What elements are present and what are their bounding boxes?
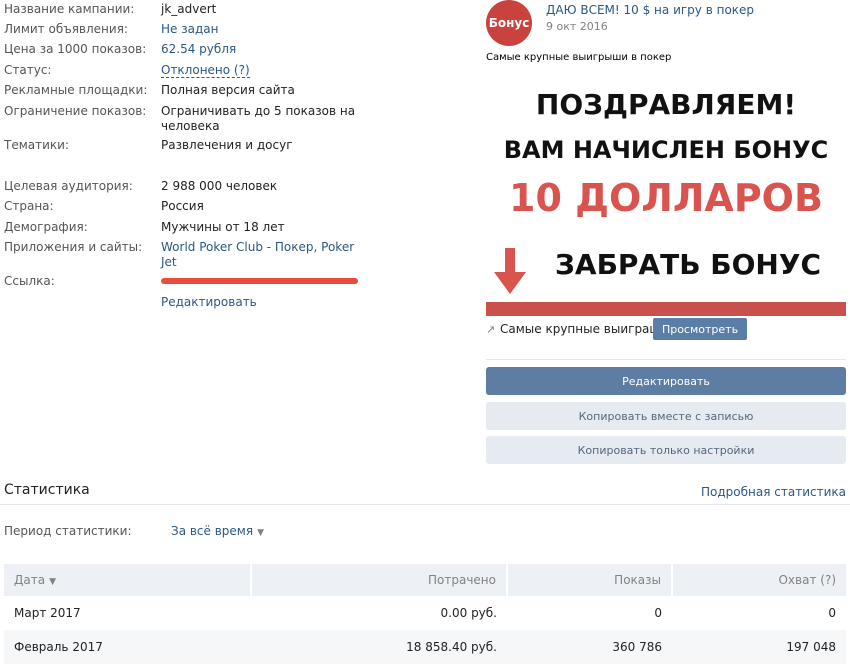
sort-icon: ▼ (49, 577, 56, 587)
banner-bottom-bar (486, 302, 846, 316)
info-value: Развлечения и досуг (161, 138, 293, 152)
period-value: За всё время (171, 524, 254, 538)
detailed-stats-link[interactable]: Подробная статистика (701, 485, 846, 499)
info-value: jk_advert (161, 2, 217, 16)
info-label: Целевая аудитория: (4, 179, 133, 193)
info-label: Лимит объявления: (4, 22, 128, 36)
chevron-down-icon: ▼ (257, 528, 264, 538)
post-footer: ↗ Самые крупные выиграши Просмотреть (486, 318, 846, 342)
banner-image[interactable]: ПОЗДРАВЛЯЕМ! ВАМ НАЧИСЛЕН БОНУС 10 ДОЛЛА… (486, 76, 846, 316)
edit-button[interactable]: Редактировать (486, 367, 846, 395)
banner-line-2: ВАМ НАЧИСЛЕН БОНУС (503, 136, 829, 164)
stats-title: Статистика (4, 482, 90, 498)
info-label: Ссылка: (4, 274, 55, 288)
info-label: Страна: (4, 199, 54, 213)
table-header-row: Дата ▼ Потрачено Показы Охват (?) (4, 564, 846, 596)
cell-date: Февраль 2017 (4, 630, 251, 664)
cell-reach: 0 (828, 606, 836, 620)
cell-spent: 18 858.40 руб. (251, 630, 507, 664)
info-value: Россия (161, 199, 204, 213)
redacted-link (161, 278, 358, 284)
period-label: Период статистики: (4, 524, 132, 538)
banner-line-4: ЗАБРАТЬ БОНУС (555, 248, 821, 281)
divider (0, 504, 850, 505)
post-footer-text: Самые крупные выиграши (500, 322, 669, 336)
status-link[interactable]: Отклонено (?) (161, 63, 250, 78)
info-label: Название кампании: (4, 2, 135, 16)
cell-impressions: 0 (654, 606, 662, 620)
banner-line-3: 10 ДОЛЛАРОВ (509, 176, 823, 220)
column-header-reach[interactable]: Охват (?) (672, 564, 846, 596)
copy-with-post-button[interactable]: Копировать вместе с записью (486, 402, 846, 430)
post-date: 9 окт 2016 (546, 20, 608, 33)
info-value: Ограничивать до 5 показов на человека (161, 104, 356, 133)
column-header-spent[interactable]: Потрачено (251, 564, 508, 596)
table-row: Март 2017 0.00 руб. 0 0 (4, 596, 846, 630)
info-value: Мужчины от 18 лет (161, 220, 285, 234)
cell-date: Март 2017 (14, 606, 81, 620)
table-row: Февраль 2017 18 858.40 руб. 360 786 197 … (4, 630, 846, 664)
info-label: Демография: (4, 220, 88, 234)
info-label: Ограничение показов: (4, 104, 147, 118)
info-label: Приложения и сайты: (4, 240, 143, 254)
post-text: Самые крупные выигрыши в покер (486, 52, 672, 63)
column-header-date[interactable]: Дата ▼ (4, 564, 252, 596)
avatar[interactable]: Бонус (486, 0, 532, 46)
stats-table: Дата ▼ Потрачено Показы Охват (?) Март 20… (4, 564, 846, 664)
post-title-link[interactable]: ДАЮ ВСЕМ! 10 $ на игру в покер (546, 3, 754, 17)
view-button[interactable]: Просмотреть (653, 318, 747, 340)
info-value: Полная версия сайта (161, 83, 295, 97)
info-value: 2 988 000 человек (161, 179, 278, 193)
edit-link[interactable]: Редактировать (161, 295, 361, 310)
link-icon: ↗ (486, 323, 496, 336)
limit-link[interactable]: Не задан (161, 22, 361, 37)
info-label: Цена за 1000 показов: (4, 42, 147, 56)
info-label: Тематики: (4, 138, 69, 152)
column-header-impressions[interactable]: Показы (507, 564, 673, 596)
info-label: Рекламные площадки: (4, 83, 148, 97)
period-dropdown[interactable]: За всё время ▼ (171, 524, 264, 538)
copy-settings-button[interactable]: Копировать только настройки (486, 436, 846, 464)
cell-reach: 197 048 (672, 630, 846, 664)
arrow-down-icon (494, 248, 526, 294)
cell-impressions: 360 786 (507, 630, 672, 664)
info-label: Статус: (4, 63, 52, 77)
banner-line-1: ПОЗДРАВЛЯЕМ! (535, 88, 797, 121)
apps-link[interactable]: World Poker Club - Покер, Poker Jet (161, 240, 361, 270)
cell-spent: 0.00 руб. (440, 606, 497, 620)
divider (486, 359, 846, 360)
price-link[interactable]: 62.54 рубля (161, 42, 361, 57)
status-value: Отклонено (?) (161, 63, 361, 78)
